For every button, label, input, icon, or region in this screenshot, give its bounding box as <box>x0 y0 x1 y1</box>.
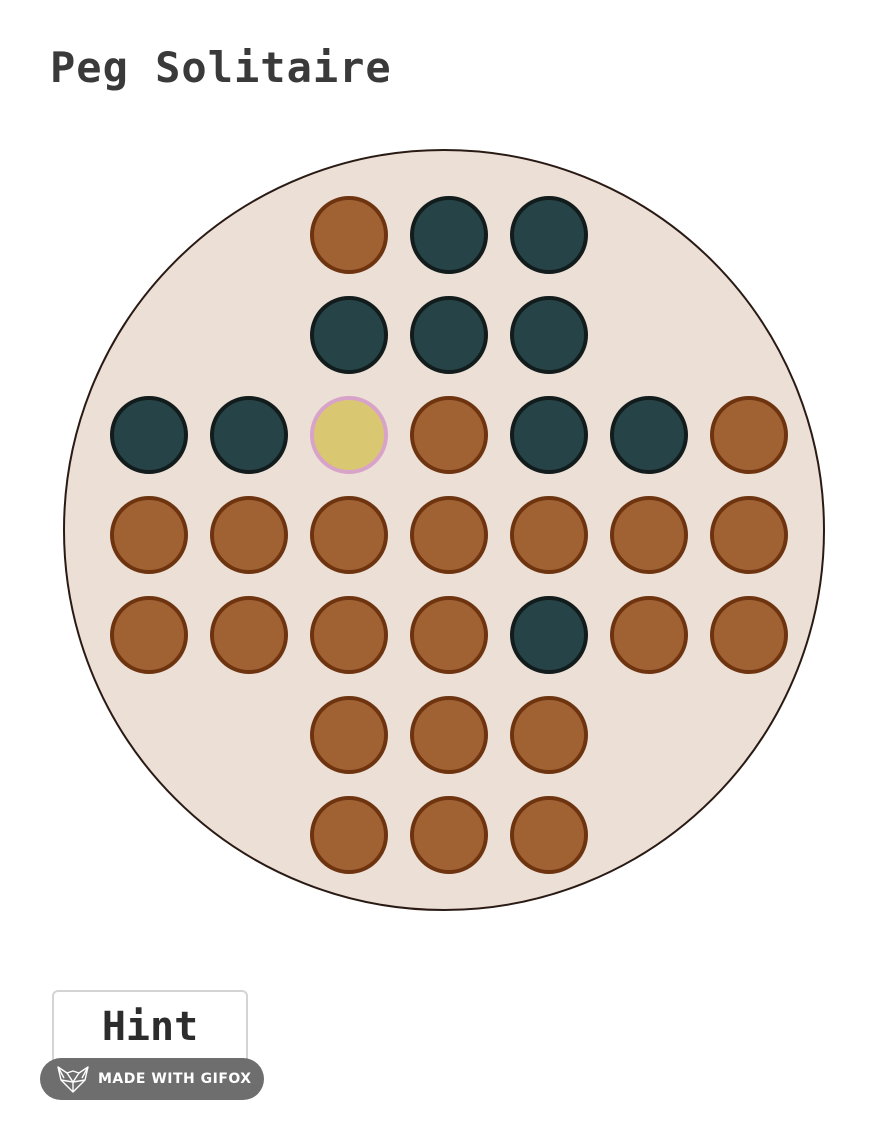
peg-r3-c2[interactable] <box>310 496 388 574</box>
empty-hole-r4-c4[interactable] <box>510 596 588 674</box>
empty-hole-r0-c3[interactable] <box>410 196 488 274</box>
empty-hole-r0-c4[interactable] <box>510 196 588 274</box>
empty-hole-r2-c0[interactable] <box>110 396 188 474</box>
empty-hole-r1-c3[interactable] <box>410 296 488 374</box>
peg-r4-c1[interactable] <box>210 596 288 674</box>
peg-r3-c6[interactable] <box>710 496 788 574</box>
peg-r5-c3[interactable] <box>410 696 488 774</box>
fox-head-icon <box>56 1064 90 1094</box>
peg-r6-c4[interactable] <box>510 796 588 874</box>
empty-hole-r1-c2[interactable] <box>310 296 388 374</box>
page-title: Peg Solitaire <box>50 43 392 92</box>
peg-r3-c5[interactable] <box>610 496 688 574</box>
badge-label: MADE WITH GIFOX <box>98 1071 252 1087</box>
gifox-watermark-badge: MADE WITH GIFOX <box>40 1058 264 1100</box>
peg-r5-c2[interactable] <box>310 696 388 774</box>
peg-r6-c2[interactable] <box>310 796 388 874</box>
peg-r3-c4[interactable] <box>510 496 588 574</box>
empty-hole-r2-c1[interactable] <box>210 396 288 474</box>
peg-r4-c3[interactable] <box>410 596 488 674</box>
game-board <box>63 149 825 911</box>
empty-hole-r2-c4[interactable] <box>510 396 588 474</box>
peg-r6-c3[interactable] <box>410 796 488 874</box>
peg-r2-c3[interactable] <box>410 396 488 474</box>
peg-r0-c2[interactable] <box>310 196 388 274</box>
peg-r3-c1[interactable] <box>210 496 288 574</box>
peg-r2-c6[interactable] <box>710 396 788 474</box>
peg-r4-c5[interactable] <box>610 596 688 674</box>
empty-hole-r2-c5[interactable] <box>610 396 688 474</box>
empty-hole-r1-c4[interactable] <box>510 296 588 374</box>
peg-r5-c4[interactable] <box>510 696 588 774</box>
peg-r4-c2[interactable] <box>310 596 388 674</box>
peg-r4-c0[interactable] <box>110 596 188 674</box>
peg-r3-c3[interactable] <box>410 496 488 574</box>
selected-peg-r2-c2[interactable] <box>310 396 388 474</box>
peg-r3-c0[interactable] <box>110 496 188 574</box>
peg-r4-c6[interactable] <box>710 596 788 674</box>
